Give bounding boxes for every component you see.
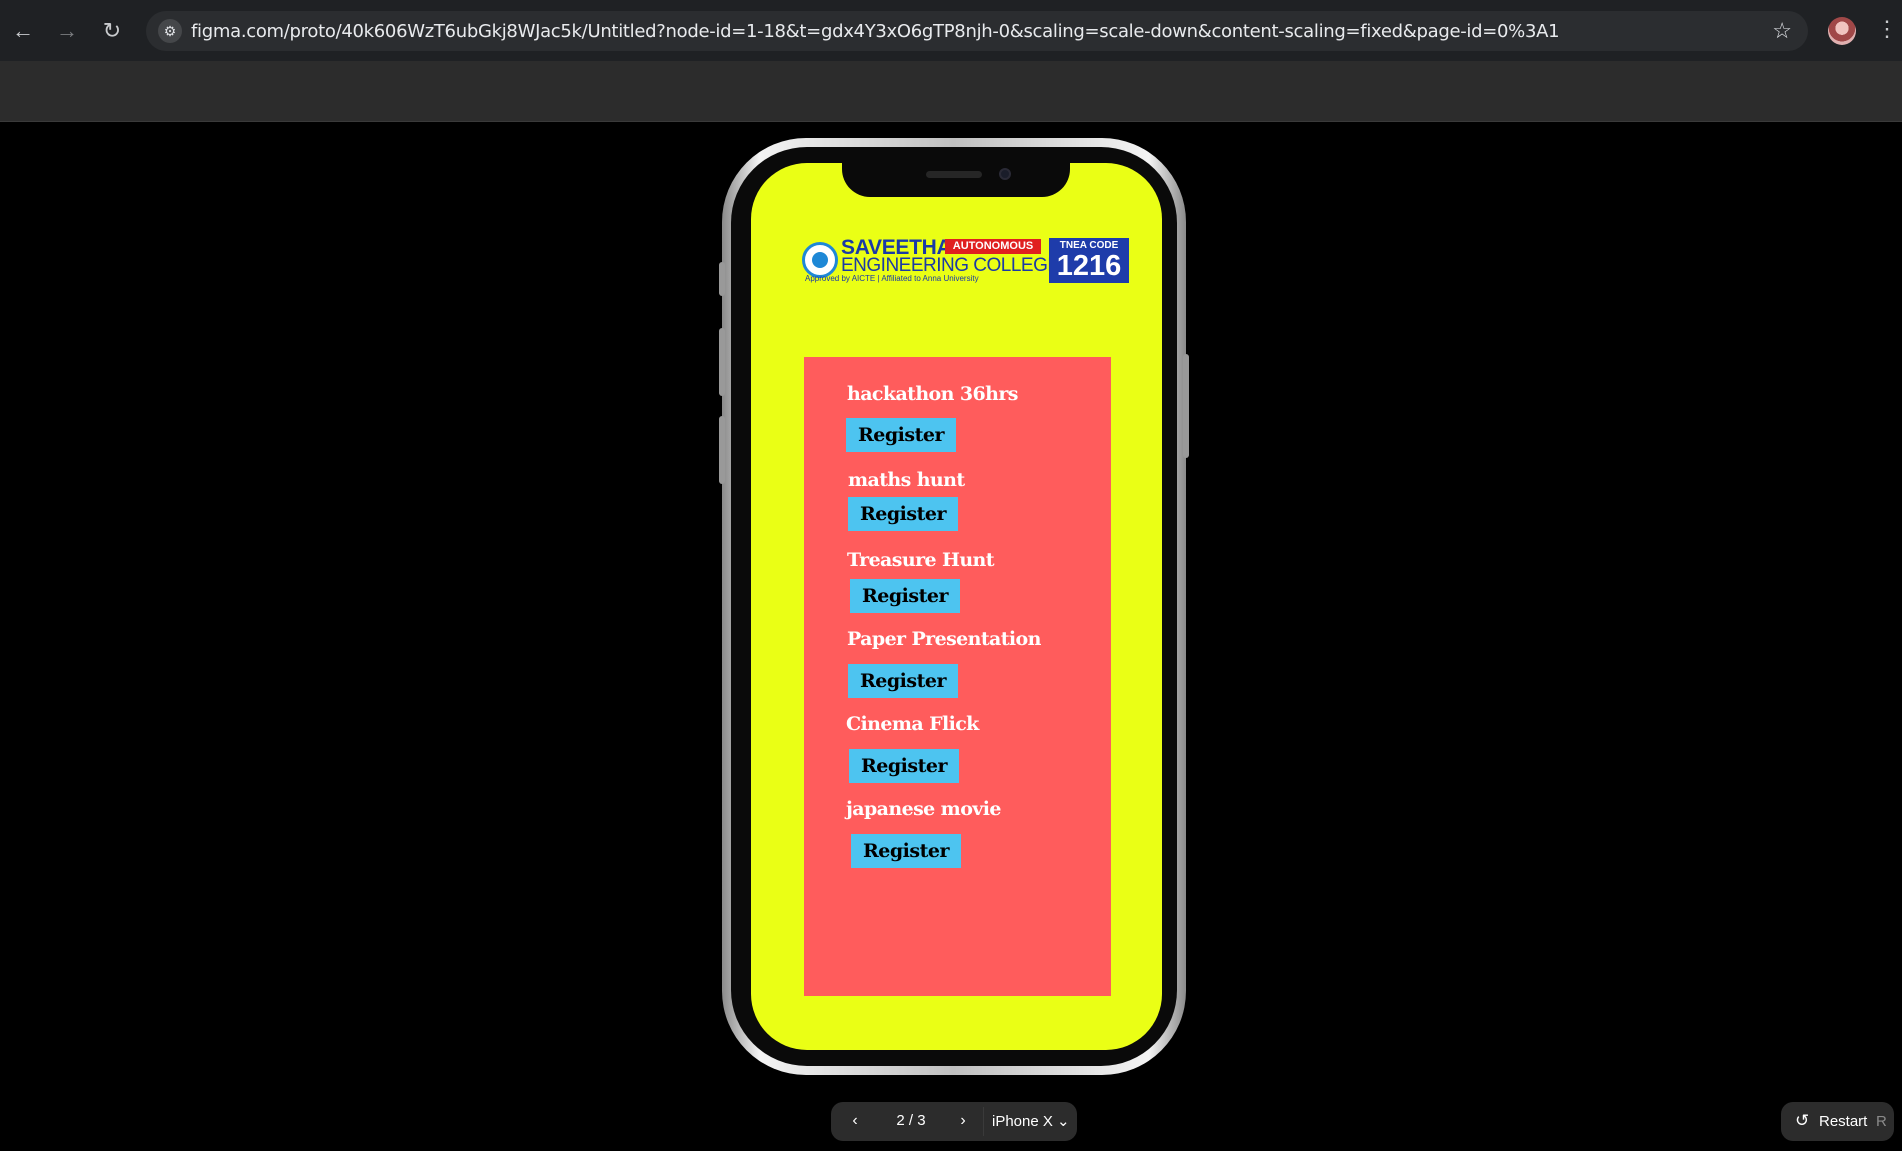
restart-label: Restart [1819, 1113, 1868, 1130]
phone-screen: SAVEETHA AUTONOMOUS ENGINEERING COLLEGE … [751, 163, 1162, 1050]
address-bar[interactable]: ⚙ figma.com/proto/40k606WzT6ubGkj8WJac5k… [146, 11, 1808, 51]
mute-switch [719, 262, 725, 296]
register-button-maths-hunt[interactable]: Register [848, 497, 958, 531]
college-seal-icon [802, 242, 838, 278]
logo-name-line2: ENGINEERING COLLEGE [841, 255, 1060, 276]
page-counter: 2 / 3 [896, 1112, 926, 1129]
figma-prototype-toolbar [0, 61, 1902, 122]
event-title-japanese-movie: japanese movie [846, 798, 1001, 820]
logo-subtitle: Approved by AICTE | Affiliated to Anna U… [805, 274, 979, 283]
volume-up-button [719, 328, 725, 396]
speaker-grille [926, 171, 982, 178]
volume-down-button [719, 416, 725, 484]
power-button [1183, 354, 1189, 458]
event-title-paper-presentation: Paper Presentation [847, 628, 1041, 650]
pager-divider [983, 1107, 984, 1136]
chevron-right-icon[interactable]: › [951, 1109, 975, 1133]
tnea-code-badge: TNEA CODE 1216 [1049, 238, 1129, 283]
browser-toolbar: ← → ↻ ⚙ figma.com/proto/40k606WzT6ubGkj8… [0, 0, 1902, 61]
url-text[interactable]: figma.com/proto/40k606WzT6ubGkj8WJac5k/U… [191, 21, 1560, 42]
event-title-maths-hunt: maths hunt [848, 469, 965, 491]
profile-avatar[interactable] [1828, 17, 1856, 45]
event-title-treasure-hunt: Treasure Hunt [847, 549, 995, 571]
chevron-left-icon[interactable]: ‹ [843, 1109, 867, 1133]
restart-shortcut-key: R [1876, 1113, 1887, 1130]
site-settings-icon[interactable]: ⚙ [158, 19, 182, 43]
event-title-cinema-flick: Cinema Flick [846, 713, 979, 735]
events-panel: hackathon 36hrs Register maths hunt Regi… [804, 357, 1111, 996]
event-title-hackathon: hackathon 36hrs [847, 383, 1018, 405]
register-button-hackathon[interactable]: Register [846, 418, 956, 452]
restart-button[interactable]: ↺ Restart R [1781, 1102, 1894, 1141]
tnea-code: 1216 [1056, 250, 1122, 282]
register-button-cinema-flick[interactable]: Register [849, 749, 959, 783]
autonomous-badge: AUTONOMOUS [945, 239, 1041, 254]
device-selector[interactable]: iPhone X ⌄ [992, 1112, 1070, 1130]
reload-icon[interactable]: ↻ [95, 14, 129, 48]
restart-icon: ↺ [1795, 1111, 1810, 1130]
college-logo: SAVEETHA AUTONOMOUS ENGINEERING COLLEGE … [802, 237, 1133, 284]
register-button-paper-presentation[interactable]: Register [848, 664, 958, 698]
phone-notch [842, 163, 1070, 197]
back-icon[interactable]: ← [6, 14, 40, 48]
forward-icon[interactable]: → [50, 14, 84, 48]
front-camera [999, 168, 1011, 180]
register-button-japanese-movie[interactable]: Register [851, 834, 961, 868]
register-button-treasure-hunt[interactable]: Register [850, 579, 960, 613]
browser-menu-icon[interactable]: ⋮ [1876, 16, 1898, 42]
bookmark-star-icon[interactable]: ☆ [1772, 18, 1792, 44]
frame-pager: ‹ 2 / 3 › iPhone X ⌄ [831, 1102, 1077, 1141]
